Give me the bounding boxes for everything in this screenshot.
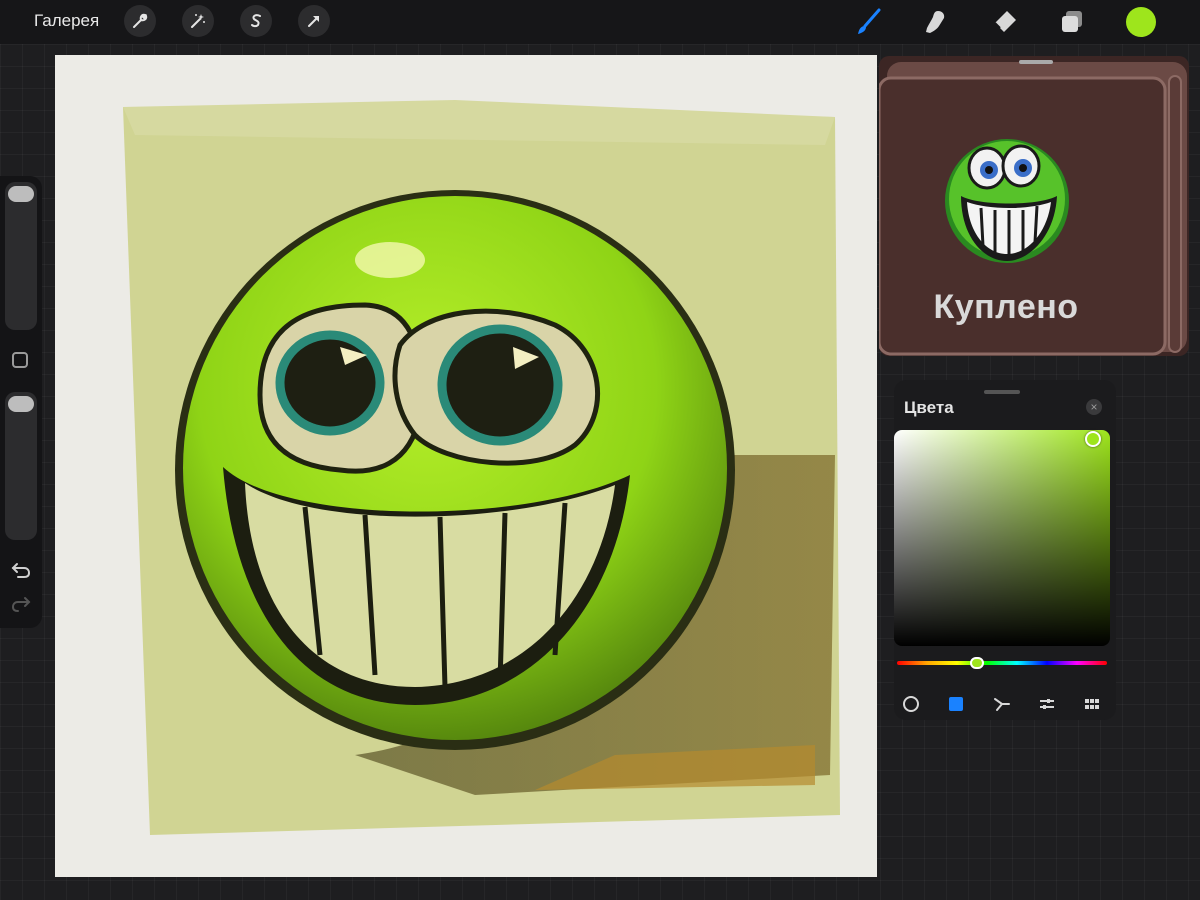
smudge-finger-icon[interactable] xyxy=(918,4,954,40)
current-color-swatch[interactable] xyxy=(1126,7,1156,37)
magic-wand-icon[interactable] xyxy=(182,5,214,37)
top-toolbar: Галерея xyxy=(0,0,1200,44)
grid-icon[interactable] xyxy=(1080,692,1104,716)
circle-icon[interactable] xyxy=(899,692,923,716)
saturation-brightness-picker[interactable] xyxy=(894,430,1110,646)
hue-slider[interactable] xyxy=(897,661,1107,665)
redo-arrow-icon[interactable] xyxy=(9,594,33,614)
color-mode-tabs xyxy=(894,692,1116,716)
brush-size-thumb[interactable] xyxy=(8,186,34,202)
selection-s-icon[interactable] xyxy=(240,5,272,37)
colors-panel-title: Цвета xyxy=(904,398,954,417)
arrow-cursor-icon[interactable] xyxy=(298,5,330,37)
reference-card: Куплено xyxy=(877,56,1189,356)
brush-icon[interactable] xyxy=(850,4,886,40)
square-modify-icon[interactable] xyxy=(12,352,28,368)
left-sidebar xyxy=(0,176,42,628)
gallery-button[interactable]: Галерея xyxy=(34,11,99,31)
sliders-icon[interactable] xyxy=(1035,692,1059,716)
hue-slider-thumb[interactable] xyxy=(969,657,984,669)
drawing-canvas[interactable] xyxy=(55,55,877,877)
square-icon[interactable] xyxy=(944,692,968,716)
opacity-slider[interactable] xyxy=(5,392,37,540)
close-x-icon[interactable]: × xyxy=(1086,399,1102,415)
harmony-icon[interactable] xyxy=(990,692,1014,716)
panel-drag-handle[interactable] xyxy=(984,390,1020,394)
smiley-artwork xyxy=(55,55,877,877)
purchased-label: Куплено xyxy=(933,288,1079,326)
layers-icon[interactable] xyxy=(1054,4,1090,40)
undo-arrow-icon[interactable] xyxy=(9,560,33,580)
opacity-thumb[interactable] xyxy=(8,396,34,412)
eraser-icon[interactable] xyxy=(986,4,1022,40)
color-picker-cursor[interactable] xyxy=(1084,430,1101,447)
colors-panel: Цвета × xyxy=(894,380,1116,720)
wrench-icon[interactable] xyxy=(124,5,156,37)
brush-size-slider[interactable] xyxy=(5,182,37,330)
